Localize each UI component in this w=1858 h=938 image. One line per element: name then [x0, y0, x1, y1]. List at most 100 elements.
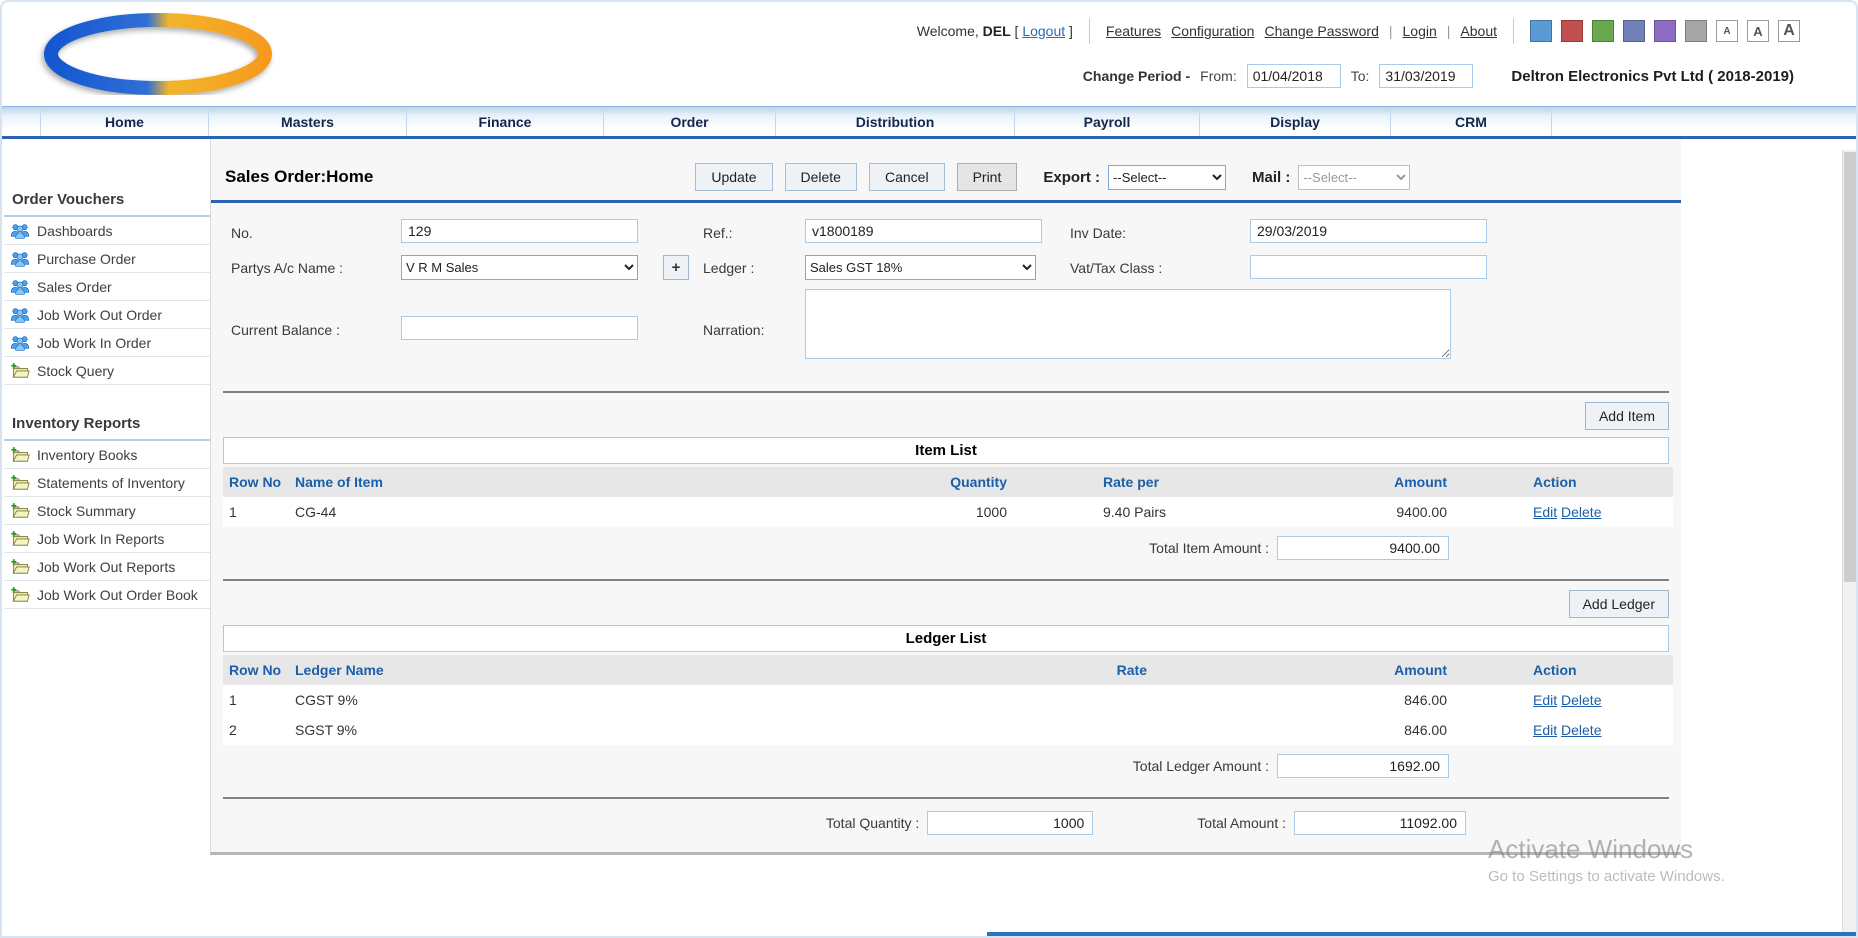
vat-tax-class-input[interactable]: [1250, 255, 1487, 279]
menu-finance[interactable]: Finance: [407, 107, 604, 136]
folder-icon: [10, 474, 30, 491]
group-icon: [10, 278, 30, 295]
font-size-medium-button[interactable]: A: [1747, 20, 1769, 42]
period-to-input[interactable]: [1379, 64, 1473, 88]
theme-swatch-blue[interactable]: [1530, 20, 1552, 42]
item-delete-link[interactable]: Delete: [1561, 504, 1601, 520]
menu-order[interactable]: Order: [604, 107, 776, 136]
ledger-delete-link[interactable]: Delete: [1561, 692, 1601, 708]
sidebar-item-sales-order[interactable]: Sales Order: [4, 273, 210, 301]
voucher-no-input[interactable]: [401, 219, 638, 243]
current-balance-input[interactable]: [401, 316, 638, 340]
item-list: Item List Row No Name of Item Quantity R…: [223, 437, 1669, 527]
total-ledger-amount-label: Total Ledger Amount :: [1133, 758, 1269, 774]
theme-swatch-red[interactable]: [1561, 20, 1583, 42]
item-list-table: Row No Name of Item Quantity Rate per Am…: [223, 467, 1669, 527]
update-button[interactable]: Update: [695, 163, 772, 191]
item-edit-link[interactable]: Edit: [1533, 504, 1557, 520]
main-menu-bar: Home Masters Finance Order Distribution …: [2, 106, 1856, 139]
add-item-button[interactable]: Add Item: [1585, 402, 1669, 430]
group-icon: [10, 306, 30, 323]
ledger-select[interactable]: Sales GST 18%: [805, 255, 1036, 280]
menu-home[interactable]: Home: [41, 107, 209, 136]
total-item-amount-label: Total Item Amount :: [1149, 540, 1269, 556]
welcome-text: Welcome, DEL [ Logout ]: [917, 23, 1073, 39]
delete-button[interactable]: Delete: [785, 163, 857, 191]
ledger-edit-link[interactable]: Edit: [1533, 722, 1557, 738]
sidebar-item-label: Statements of Inventory: [37, 475, 185, 491]
sidebar-item-job-work-out-order-book[interactable]: Job Work Out Order Book: [4, 581, 210, 609]
col-quantity: Quantity: [783, 467, 1013, 497]
theme-swatch-purple[interactable]: [1654, 20, 1676, 42]
theme-swatch-slate[interactable]: [1623, 20, 1645, 42]
link-login[interactable]: Login: [1403, 23, 1437, 39]
sidebar: Order Vouchers Dashboards Purchase Order…: [2, 139, 210, 609]
export-select[interactable]: --Select--: [1108, 165, 1226, 190]
menu-masters[interactable]: Masters: [209, 107, 407, 136]
link-configuration[interactable]: Configuration: [1171, 23, 1254, 39]
menu-display[interactable]: Display: [1200, 107, 1391, 136]
sidebar-item-job-work-out-order[interactable]: Job Work Out Order: [4, 301, 210, 329]
period-from-input[interactable]: [1247, 64, 1341, 88]
total-quantity-input[interactable]: [927, 811, 1093, 835]
ledger-actions: Edit Delete: [1453, 685, 1673, 715]
link-change-password[interactable]: Change Password: [1264, 23, 1378, 39]
sidebar-item-label: Job Work In Order: [37, 335, 151, 351]
header-divider: [1089, 18, 1090, 44]
ledger-delete-link[interactable]: Delete: [1561, 722, 1601, 738]
total-ledger-amount-input[interactable]: [1277, 754, 1449, 778]
font-size-large-button[interactable]: A: [1778, 20, 1800, 42]
sidebar-item-job-work-in-reports[interactable]: Job Work In Reports: [4, 525, 210, 553]
link-about[interactable]: About: [1460, 23, 1497, 39]
ledger-amount: 846.00: [1153, 715, 1453, 745]
sidebar-item-job-work-in-order[interactable]: Job Work In Order: [4, 329, 210, 357]
vertical-scrollbar[interactable]: [1842, 150, 1856, 936]
theme-swatch-gray[interactable]: [1685, 20, 1707, 42]
total-item-amount-input[interactable]: [1277, 536, 1449, 560]
ledger-amount: 846.00: [1153, 685, 1453, 715]
sidebar-item-job-work-out-reports[interactable]: Job Work Out Reports: [4, 553, 210, 581]
sidebar-item-purchase-order[interactable]: Purchase Order: [4, 245, 210, 273]
narration-textarea[interactable]: [805, 289, 1451, 359]
cancel-button[interactable]: Cancel: [869, 163, 945, 191]
add-party-button[interactable]: +: [663, 255, 689, 280]
sidebar-item-statements-of-inventory[interactable]: Statements of Inventory: [4, 469, 210, 497]
ref-input[interactable]: [805, 219, 1042, 243]
folder-icon: [10, 362, 30, 379]
scrollbar-thumb[interactable]: [1844, 152, 1856, 582]
ledger-name: SGST 9%: [289, 715, 783, 745]
menu-distribution[interactable]: Distribution: [776, 107, 1015, 136]
sidebar-item-stock-summary[interactable]: Stock Summary: [4, 497, 210, 525]
theme-swatch-green[interactable]: [1592, 20, 1614, 42]
menu-crm[interactable]: CRM: [1391, 107, 1552, 136]
ledger-rate: [783, 685, 1153, 715]
col-rate-per: Rate per: [1013, 467, 1343, 497]
sidebar-item-inventory-books[interactable]: Inventory Books: [4, 441, 210, 469]
folder-icon: [10, 558, 30, 575]
logout-link[interactable]: Logout: [1022, 23, 1065, 39]
vat-tax-class-label: Vat/Tax Class :: [1070, 260, 1162, 276]
total-quantity-label: Total Quantity :: [826, 815, 919, 831]
add-ledger-button[interactable]: Add Ledger: [1569, 590, 1669, 618]
ledger-edit-link[interactable]: Edit: [1533, 692, 1557, 708]
total-amount-input[interactable]: [1294, 811, 1466, 835]
sidebar-item-label: Purchase Order: [37, 251, 136, 267]
font-size-small-button[interactable]: A: [1716, 20, 1738, 42]
toolbar: Update Delete Cancel Print: [695, 163, 1017, 191]
theme-swatches: A A A: [1530, 20, 1800, 42]
print-button[interactable]: Print: [957, 163, 1018, 191]
folder-icon: [10, 446, 30, 463]
party-select[interactable]: V R M Sales: [401, 255, 638, 280]
inv-date-input[interactable]: [1250, 219, 1487, 243]
mail-select[interactable]: --Select--: [1298, 165, 1410, 190]
to-label: To:: [1351, 68, 1370, 84]
app-header: Welcome, DEL [ Logout ] Features Configu…: [2, 2, 1856, 106]
sidebar-section-inventory-reports: Inventory Reports: [4, 407, 210, 441]
menu-payroll[interactable]: Payroll: [1015, 107, 1200, 136]
ledger-label: Ledger :: [703, 260, 754, 276]
sidebar-item-stock-query[interactable]: Stock Query: [4, 357, 210, 385]
link-features[interactable]: Features: [1106, 23, 1161, 39]
sidebar-item-label: Job Work In Reports: [37, 531, 164, 547]
col-amount: Amount: [1153, 655, 1453, 685]
sidebar-item-dashboards[interactable]: Dashboards: [4, 217, 210, 245]
